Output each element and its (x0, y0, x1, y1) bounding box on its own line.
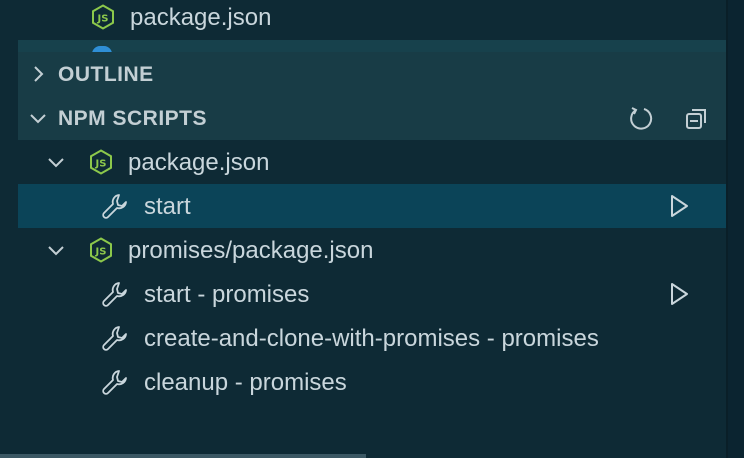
horizontal-scrollbar[interactable] (0, 454, 366, 458)
play-icon[interactable] (666, 281, 692, 307)
npm-scripts-title: NPM SCRIPTS (58, 107, 208, 130)
wrench-icon (100, 279, 130, 309)
chevron-down-icon (44, 238, 68, 262)
svg-text:JS: JS (95, 247, 107, 258)
outline-title: OUTLINE (58, 63, 154, 86)
script-row-start[interactable]: start (18, 184, 726, 228)
script-label: cleanup - promises (144, 369, 347, 396)
outline-section-header[interactable]: OUTLINE (18, 52, 726, 96)
nodejs-hexagon-icon: JS (88, 149, 114, 175)
nodejs-hexagon-icon: JS (88, 237, 114, 263)
script-group-row[interactable]: JS promises/package.json (18, 228, 726, 272)
chevron-right-icon (26, 62, 50, 86)
script-row-start-promises[interactable]: start - promises (18, 272, 726, 316)
hover-strip (18, 40, 726, 52)
editor-edge (726, 0, 744, 458)
svg-text:JS: JS (95, 159, 107, 170)
script-label: create-and-clone-with-promises - promise… (144, 325, 599, 352)
npm-scripts-section-header[interactable]: NPM SCRIPTS (18, 96, 726, 140)
wrench-icon (100, 191, 130, 221)
chevron-down-icon (26, 106, 50, 130)
script-label: start (144, 193, 191, 220)
script-group-row[interactable]: JS package.json (18, 140, 726, 184)
refresh-icon[interactable] (628, 105, 654, 131)
group-label: package.json (128, 149, 270, 176)
explorer-file-row[interactable]: JS package.json (18, 0, 726, 40)
wrench-icon (100, 323, 130, 353)
play-icon[interactable] (666, 193, 692, 219)
npm-scripts-panel: JS package.json OUTLINE NPM SCRIPTS JS p… (0, 0, 744, 458)
collapse-all-icon[interactable] (684, 105, 710, 131)
script-row-create-and-clone[interactable]: create-and-clone-with-promises - promise… (18, 316, 726, 360)
script-label: start - promises (144, 281, 310, 308)
nodejs-hexagon-icon: JS (90, 4, 116, 30)
svg-text:JS: JS (97, 14, 109, 25)
group-label: promises/package.json (128, 237, 374, 264)
chevron-down-icon (44, 150, 68, 174)
script-row-cleanup[interactable]: cleanup - promises (18, 360, 726, 404)
file-label: package.json (130, 4, 272, 31)
wrench-icon (100, 367, 130, 397)
